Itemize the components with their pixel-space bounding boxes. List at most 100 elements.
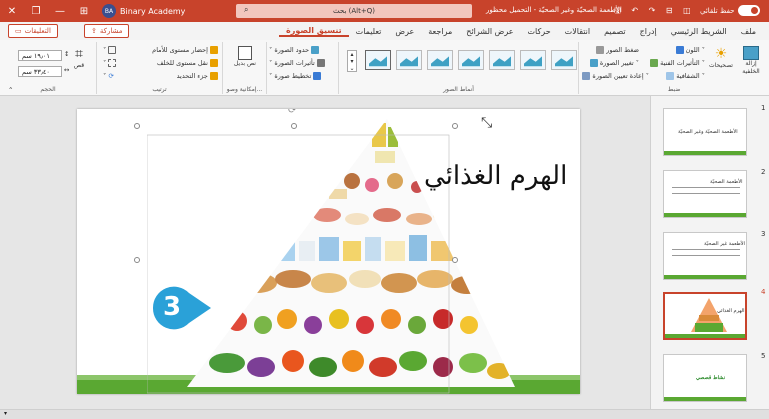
crop-button[interactable]: ⌗ قص (68, 46, 90, 69)
group-objects-button[interactable]: ˅ (103, 59, 117, 67)
rotate-icon: ⟳ (108, 72, 114, 80)
thumbnail-slide-4[interactable]: الهرم الغذائي (663, 292, 747, 340)
color-button[interactable]: اللون ˅ (675, 46, 705, 54)
avatar: BA (102, 4, 116, 18)
search-icon: ⌕ (244, 5, 249, 14)
style-swatch-4[interactable] (458, 50, 484, 70)
thumbnail-slide-2[interactable]: الأطعمة الصحيّة (663, 170, 747, 218)
compress-icon (596, 46, 605, 54)
corrections-button[interactable]: ☀ تصحيحات (709, 46, 733, 69)
resize-handle[interactable] (291, 123, 297, 129)
picture-layout-button[interactable]: ˅ تخطيط صورة (269, 72, 322, 80)
thumbnail-number: 1 (761, 104, 766, 112)
tab-7[interactable]: مراجعة (421, 27, 459, 36)
layout-icon (313, 72, 322, 80)
group-accessibility: نص بديل إمكانية وصو... (222, 42, 266, 94)
ribbon-display-button[interactable]: ⊞ (72, 6, 96, 17)
width-icon: ↔ (64, 66, 70, 74)
artistic-effects-button[interactable]: التأثيرات الفنية ˅ (650, 59, 705, 67)
autosave-toggle[interactable]: حفظ تلقائي (700, 5, 761, 16)
collapse-ribbon-icon[interactable]: ⌃ (8, 86, 13, 94)
border-icon (311, 46, 320, 54)
comment-icon: ▭ (15, 27, 22, 35)
tab-4[interactable]: انتقالات (558, 27, 597, 36)
tab-6[interactable]: عرض الشرائح (459, 27, 520, 36)
tab-5[interactable]: حركات (521, 27, 558, 36)
thumbnail-slide-3[interactable]: الأطعمة غير الصحيّة (663, 232, 747, 280)
minimize-button[interactable]: — (48, 6, 72, 17)
slide-thumbnails-pane: 1 الأطعمة الصحيّة وغير الصحيّة 2 الأطعمة… (650, 96, 769, 409)
restore-button[interactable]: ❐ (24, 6, 48, 17)
rotate-button[interactable]: ˅ ⟳ (103, 72, 114, 80)
resize-handle[interactable] (134, 123, 140, 129)
share-icon: ⇪ (91, 27, 97, 35)
thumbnail-slide-1[interactable]: الأطعمة الصحيّة وغير الصحيّة (663, 108, 747, 156)
send-backward-icon (210, 59, 218, 67)
height-input[interactable]: ١٩٫٠١ سم (18, 50, 62, 61)
artistic-effects-icon (650, 59, 659, 67)
thumbnail-number: 3 (761, 230, 766, 238)
selection-pane-icon (210, 72, 218, 80)
resize-handle[interactable] (134, 257, 140, 263)
align-button[interactable]: ˅ (103, 46, 117, 54)
reset-picture-button[interactable]: إعادة تعيين الصورة ˅ (582, 72, 649, 80)
style-swatch-6[interactable] (396, 50, 422, 70)
tab-1[interactable]: الشريط الرئيسي (664, 27, 734, 36)
transparency-button[interactable]: الشفافية ˅ (666, 72, 705, 80)
crop-icon: ⌗ (75, 46, 83, 62)
tab-3[interactable]: تصميم (597, 27, 633, 36)
slide-title[interactable]: الهرم الغذائي (424, 161, 567, 191)
picture-effects-button[interactable]: ˅ تأثيرات الصورة (269, 59, 325, 67)
send-backward-button[interactable]: نقل مستوى للخلف (157, 59, 218, 67)
align-icon (108, 46, 117, 54)
account-name: Binary Academy (120, 6, 186, 16)
resize-handle[interactable] (452, 257, 458, 263)
sun-icon: ☀ (714, 46, 728, 62)
width-input[interactable]: ٣٣٫٤٠ سم (18, 66, 62, 77)
tab-10[interactable]: تنسيق الصورة (279, 26, 349, 37)
group-picture-format: ˅ حدود الصورة ˅ تأثيرات الصورة ˅ تخطيط ص… (266, 42, 338, 94)
tab-9[interactable]: تعليمات (349, 27, 389, 36)
group-size: ⌗ قص ١٩٫٠١ سم ٣٣٫٤٠ سم ↕ ↔ الحجم ⌃ (0, 42, 96, 94)
style-swatch-3[interactable] (489, 50, 515, 70)
height-icon: ↕ (64, 50, 70, 58)
quick-access-toolbar[interactable]: 🖫 ↶ ↷ ⊟ ◫ (614, 5, 695, 19)
toggle-switch[interactable] (738, 5, 761, 16)
style-swatch-7[interactable] (365, 50, 391, 70)
group-arrange: إحضار مستوى للأمام نقل مستوى للخلف جزء ا… (96, 42, 222, 94)
style-swatch-1[interactable] (551, 50, 577, 70)
group-adjust: إزالة الخلفية ☀ تصحيحات اللون ˅ التأثيرا… (578, 42, 769, 94)
comments-button[interactable]: ▭ التعليقات (8, 24, 58, 38)
account-button[interactable]: BA Binary Academy (102, 4, 185, 18)
bring-forward-button[interactable]: إحضار مستوى للأمام (152, 46, 218, 54)
rotate-handle-icon[interactable]: ⟳ (288, 109, 296, 116)
thumbnail-number: 5 (761, 352, 766, 360)
transparency-icon (666, 72, 675, 80)
selection-pane-button[interactable]: جزء التحديد (177, 72, 218, 80)
alt-text-button[interactable]: نص بديل (233, 46, 257, 67)
style-swatch-2[interactable] (520, 50, 546, 70)
compress-pictures-button[interactable]: ضغط الصور (596, 46, 639, 54)
scroll-down-icon[interactable]: ▾ (4, 410, 7, 417)
change-picture-button[interactable]: تغيير الصورة ˅ (589, 59, 639, 67)
alt-text-icon (238, 46, 252, 60)
share-button[interactable]: ⇪ مشاركة (84, 24, 130, 38)
slide-canvas[interactable]: الهرم الغذائي 3 ⤡ ⟳ (77, 109, 580, 394)
thumbnail-number: 2 (761, 168, 766, 176)
resize-handle[interactable] (452, 123, 458, 129)
remove-background-button[interactable]: إزالة الخلفية (737, 46, 765, 76)
reset-picture-icon (582, 72, 591, 80)
bring-forward-icon (210, 46, 218, 54)
picture-border-button[interactable]: ˅ حدود الصورة (269, 46, 320, 54)
tab-8[interactable]: عرض (388, 27, 421, 36)
thumbnail-number: 4 (761, 288, 766, 296)
thumbnail-slide-5[interactable]: نشاط قصصي (663, 354, 747, 402)
styles-more-button[interactable]: ▴ ▾ ⌄ (347, 50, 357, 72)
search-input[interactable]: ⌕ بحث (Alt+Q) (236, 4, 472, 18)
tab-0[interactable]: ملف (734, 27, 763, 36)
food-pyramid-image[interactable] (147, 115, 537, 394)
document-title: الأطعمة الصحيّة وغير الصحيّة - التحميل م… (486, 6, 622, 14)
close-button[interactable]: ✕ (0, 6, 24, 17)
tab-2[interactable]: إدراج (633, 27, 664, 36)
style-swatch-5[interactable] (427, 50, 453, 70)
